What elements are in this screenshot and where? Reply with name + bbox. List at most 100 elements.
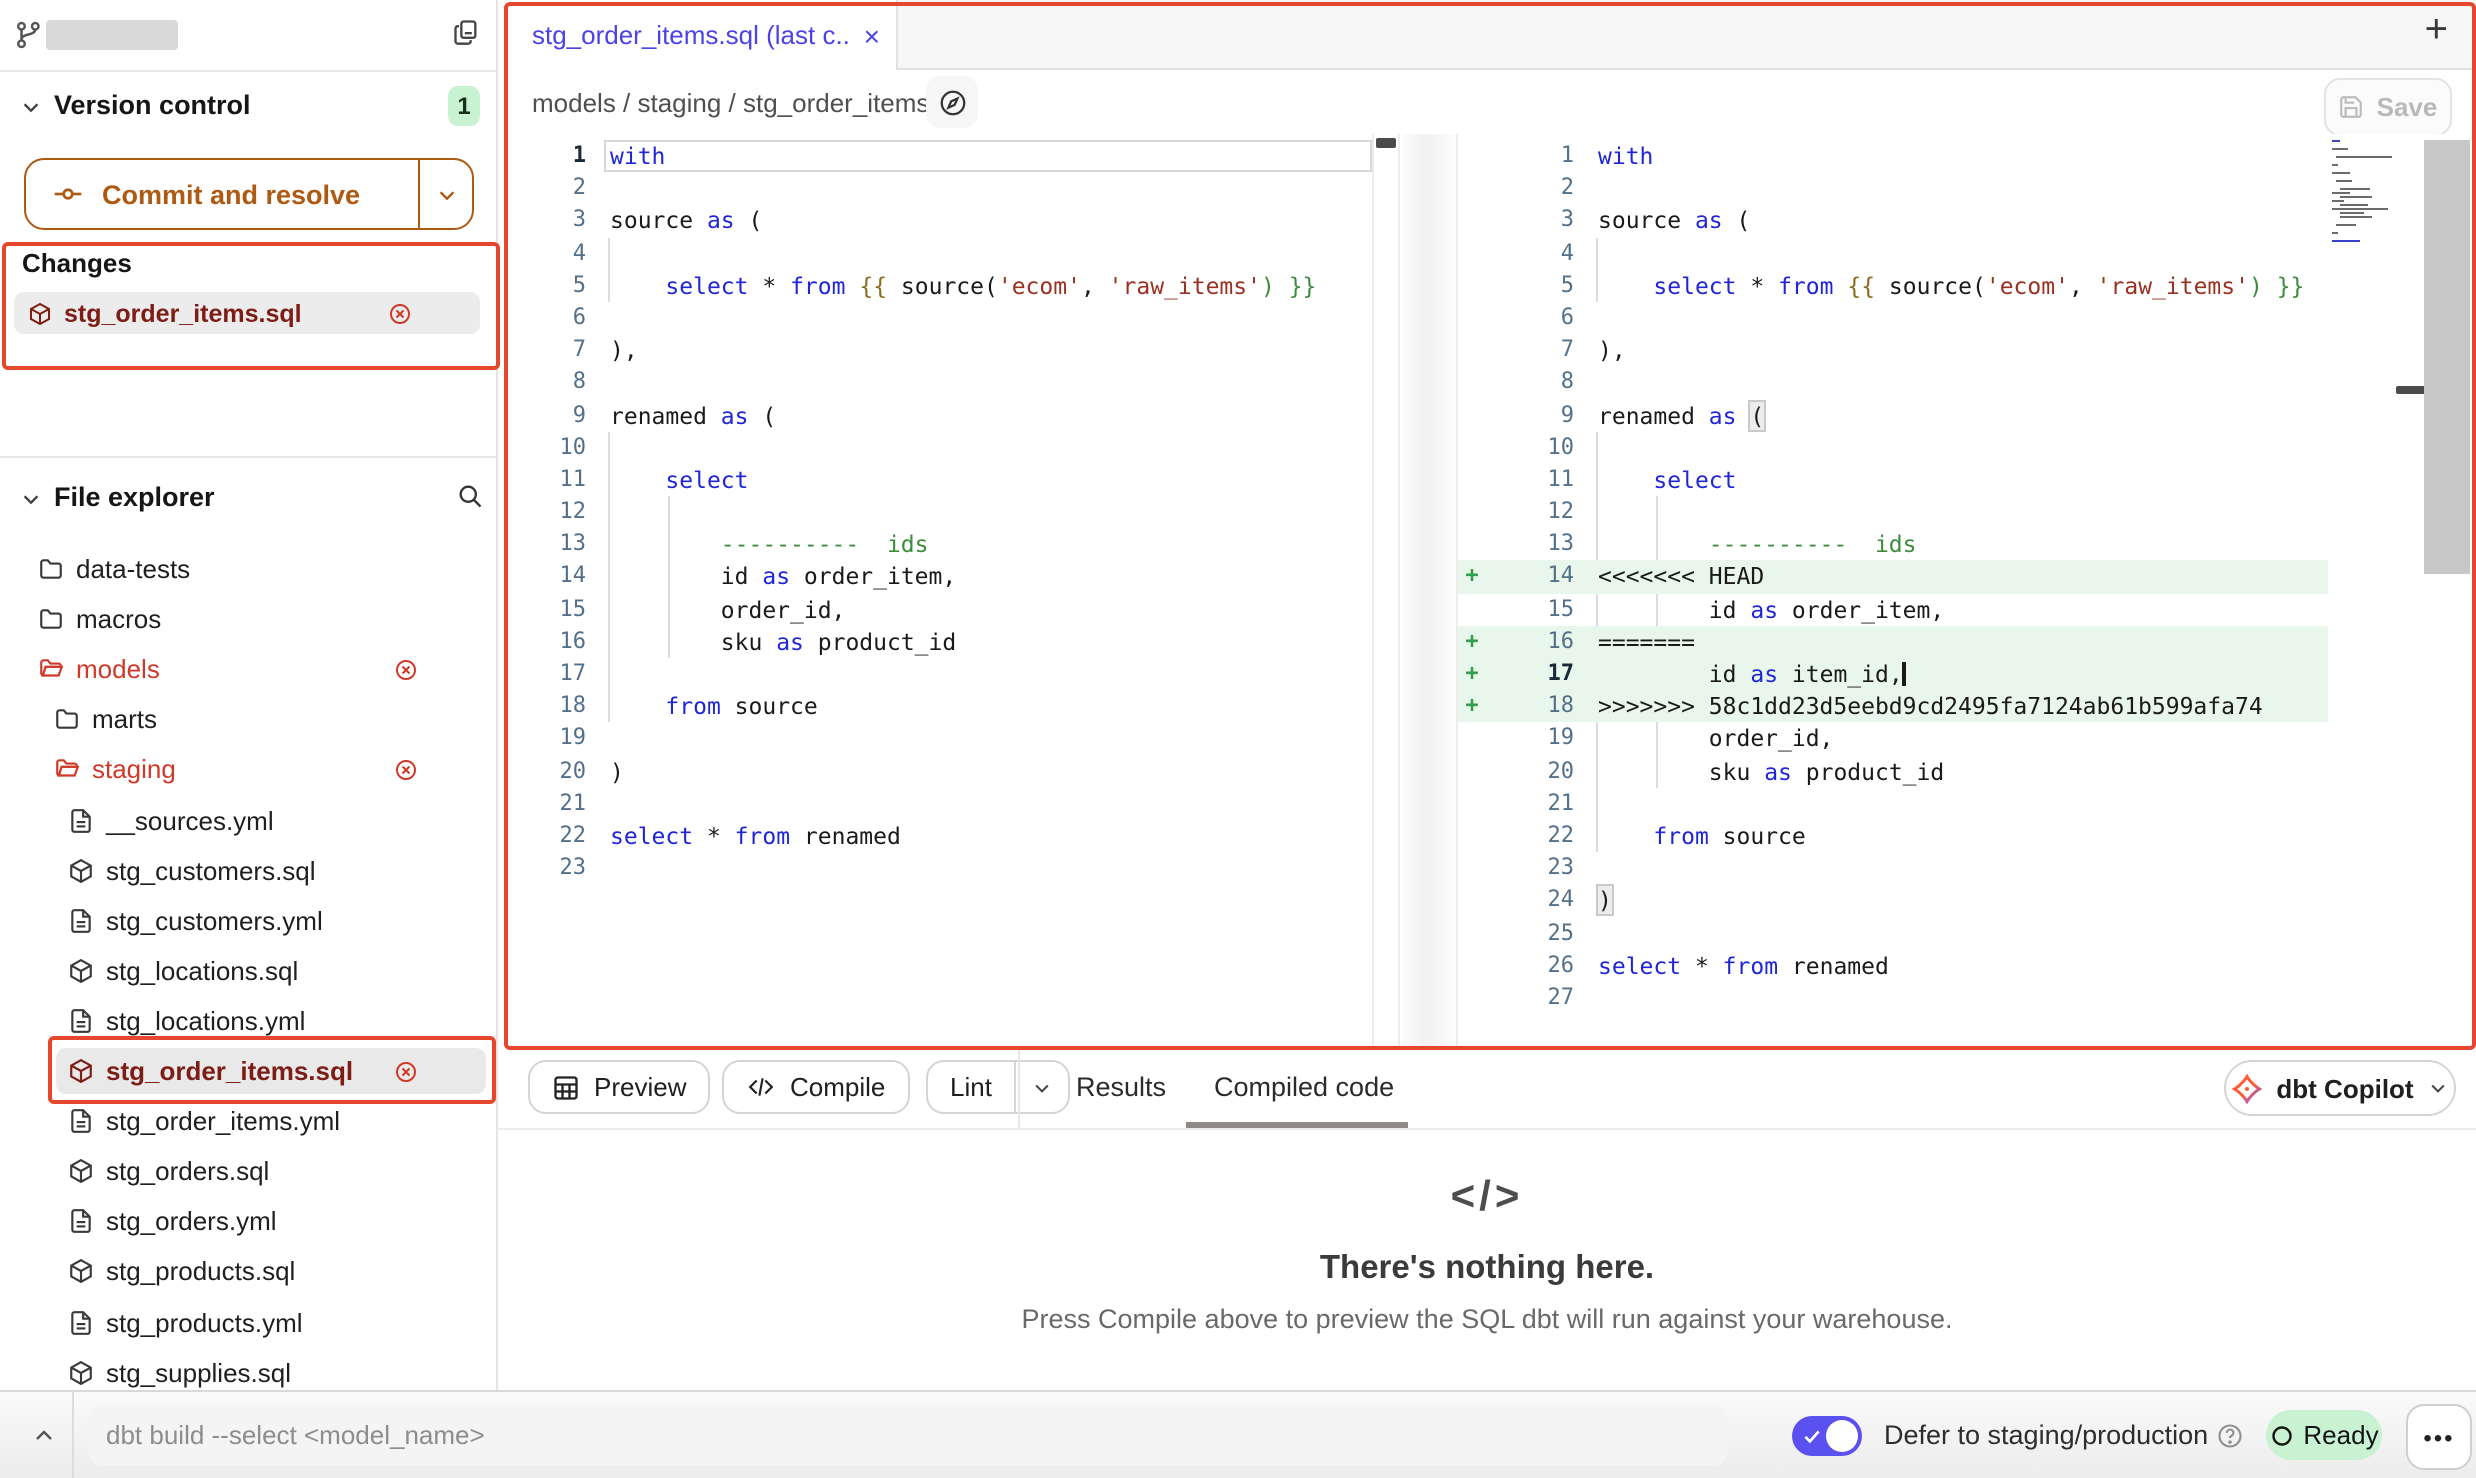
command-input[interactable]: dbt build --select <model_name>	[88, 1404, 1728, 1466]
file-tree-item-stg-order-items-sql[interactable]: stg_order_items.sql	[0, 1046, 496, 1096]
code-text[interactable]	[1592, 917, 2328, 949]
code-line-3[interactable]: 3source as (	[498, 205, 1372, 237]
file-tree-item-stg-orders-yml[interactable]: stg_orders.yml	[0, 1197, 496, 1247]
commit-dropdown-caret[interactable]	[418, 160, 472, 228]
file-tree-item-macros[interactable]: macros	[0, 594, 496, 644]
code-line-4[interactable]: 4	[1458, 237, 2328, 269]
code-line-25[interactable]: 25	[1458, 917, 2328, 949]
code-text[interactable]: sku as product_id	[1592, 755, 2328, 787]
code-text[interactable]	[604, 367, 1372, 399]
left-pane-scrollbar[interactable]	[1372, 134, 1400, 1046]
chevron-down-icon[interactable]	[20, 96, 42, 118]
code-text[interactable]	[604, 788, 1372, 820]
file-tree-item-stg-products-sql[interactable]: stg_products.sql	[0, 1247, 496, 1297]
code-line-22[interactable]: 22 from source	[1458, 820, 2328, 852]
defer-toggle[interactable]	[1792, 1416, 1862, 1456]
dbt-copilot-button[interactable]: dbt Copilot	[2224, 1060, 2456, 1116]
code-line-27[interactable]: 27	[1458, 982, 2328, 1014]
lineage-compass-icon[interactable]	[926, 76, 978, 128]
conflict-x-icon[interactable]	[394, 657, 418, 681]
code-text[interactable]: source as (	[1592, 205, 2328, 237]
file-tree-item-stg-products-yml[interactable]: stg_products.yml	[0, 1297, 496, 1347]
tab-close-icon[interactable]: ×	[864, 19, 880, 51]
code-line-14[interactable]: 14 id as order_item,	[498, 561, 1372, 593]
copy-icon[interactable]	[452, 16, 480, 48]
file-tree-item-stg-customers-sql[interactable]: stg_customers.sql	[0, 845, 496, 895]
git-branch-icon[interactable]	[14, 18, 44, 52]
code-line-9[interactable]: 9renamed as (	[1458, 399, 2328, 431]
code-line-14[interactable]: +14<<<<<<< HEAD	[1458, 561, 2328, 593]
code-line-4[interactable]: 4	[498, 237, 1372, 269]
file-tree-item--sources-yml[interactable]: __sources.yml	[0, 795, 496, 845]
code-line-21[interactable]: 21	[498, 788, 1372, 820]
changed-file-item[interactable]: stg_order_items.sql	[14, 292, 480, 334]
code-text[interactable]: with	[604, 140, 1372, 172]
conflict-x-icon[interactable]	[394, 1059, 418, 1083]
code-line-10[interactable]: 10	[1458, 431, 2328, 463]
code-text[interactable]: renamed as (	[604, 399, 1372, 431]
code-line-20[interactable]: 20 sku as product_id	[1458, 755, 2328, 787]
minimap-slider[interactable]	[2396, 386, 2426, 394]
code-text[interactable]	[1592, 788, 2328, 820]
new-tab-button[interactable]: +	[2425, 8, 2448, 54]
code-line-17[interactable]: +17 id as item_id,	[1458, 658, 2328, 690]
file-tree-item-stg-locations-yml[interactable]: stg_locations.yml	[0, 996, 496, 1046]
code-line-2[interactable]: 2	[1458, 172, 2328, 204]
code-text[interactable]: =======	[1592, 626, 2328, 658]
code-text[interactable]	[1592, 496, 2328, 528]
code-text[interactable]: select	[604, 464, 1372, 496]
tab-stg-order-items[interactable]: stg_order_items.sql (last c... ×	[498, 0, 898, 70]
help-icon[interactable]	[2216, 1422, 2244, 1450]
file-tree-item-stg-orders-sql[interactable]: stg_orders.sql	[0, 1146, 496, 1196]
code-text[interactable]: select * from {{ source('ecom', 'raw_ite…	[1592, 270, 2328, 302]
code-line-3[interactable]: 3source as (	[1458, 205, 2328, 237]
code-text[interactable]	[604, 237, 1372, 269]
connection-status-badge[interactable]: Ready	[2266, 1410, 2382, 1460]
code-text[interactable]: with	[1592, 140, 2328, 172]
code-line-7[interactable]: 7),	[1458, 334, 2328, 366]
code-line-16[interactable]: +16=======	[1458, 626, 2328, 658]
code-line-7[interactable]: 7),	[498, 334, 1372, 366]
code-text[interactable]: ),	[1592, 334, 2328, 366]
code-text[interactable]	[604, 172, 1372, 204]
code-line-6[interactable]: 6	[1458, 302, 2328, 334]
minimap[interactable]	[2332, 140, 2388, 248]
code-text[interactable]: ---------- ids	[604, 529, 1372, 561]
version-control-header[interactable]: Version control	[54, 90, 251, 120]
code-line-5[interactable]: 5 select * from {{ source('ecom', 'raw_i…	[1458, 270, 2328, 302]
code-text[interactable]: ),	[604, 334, 1372, 366]
code-text[interactable]: order_id,	[1592, 723, 2328, 755]
code-line-11[interactable]: 11 select	[1458, 464, 2328, 496]
code-line-12[interactable]: 12	[498, 496, 1372, 528]
code-line-23[interactable]: 23	[498, 852, 1372, 884]
code-text[interactable]: select	[1592, 464, 2328, 496]
code-line-16[interactable]: 16 sku as product_id	[498, 626, 1372, 658]
code-line-2[interactable]: 2	[498, 172, 1372, 204]
discard-changes-icon[interactable]	[388, 301, 412, 325]
code-text[interactable]: sku as product_id	[604, 626, 1372, 658]
code-text[interactable]	[604, 658, 1372, 690]
code-text[interactable]: select * from renamed	[604, 820, 1372, 852]
lint-dropdown-caret[interactable]	[1014, 1062, 1068, 1112]
file-tree-item-stg-order-items-yml[interactable]: stg_order_items.yml	[0, 1096, 496, 1146]
file-explorer-header[interactable]: File explorer	[54, 482, 215, 512]
code-line-15[interactable]: 15 order_id,	[498, 593, 1372, 625]
code-line-13[interactable]: 13 ---------- ids	[1458, 529, 2328, 561]
preview-button[interactable]: Preview	[528, 1060, 711, 1114]
code-text[interactable]: <<<<<<< HEAD	[1592, 561, 2328, 593]
file-tree-item-data-tests[interactable]: data-tests	[0, 544, 496, 594]
code-line-10[interactable]: 10	[498, 431, 1372, 463]
chevron-down-icon[interactable]	[20, 488, 42, 510]
code-text[interactable]: order_id,	[604, 593, 1372, 625]
file-tree-item-marts[interactable]: marts	[0, 695, 496, 745]
commit-and-resolve-button[interactable]: Commit and resolve	[24, 158, 474, 230]
tab-compiled-code[interactable]: Compiled code	[1214, 1046, 1394, 1128]
code-line-18[interactable]: +18>>>>>>> 58c1dd23d5eebd9cd2495fa7124ab…	[1458, 690, 2328, 722]
code-text[interactable]	[1592, 302, 2328, 334]
code-line-20[interactable]: 20)	[498, 755, 1372, 787]
code-text[interactable]: select * from renamed	[1592, 949, 2328, 981]
code-text[interactable]	[1592, 431, 2328, 463]
code-line-21[interactable]: 21	[1458, 788, 2328, 820]
file-tree-item-stg-customers-yml[interactable]: stg_customers.yml	[0, 895, 496, 945]
code-text[interactable]	[1592, 237, 2328, 269]
